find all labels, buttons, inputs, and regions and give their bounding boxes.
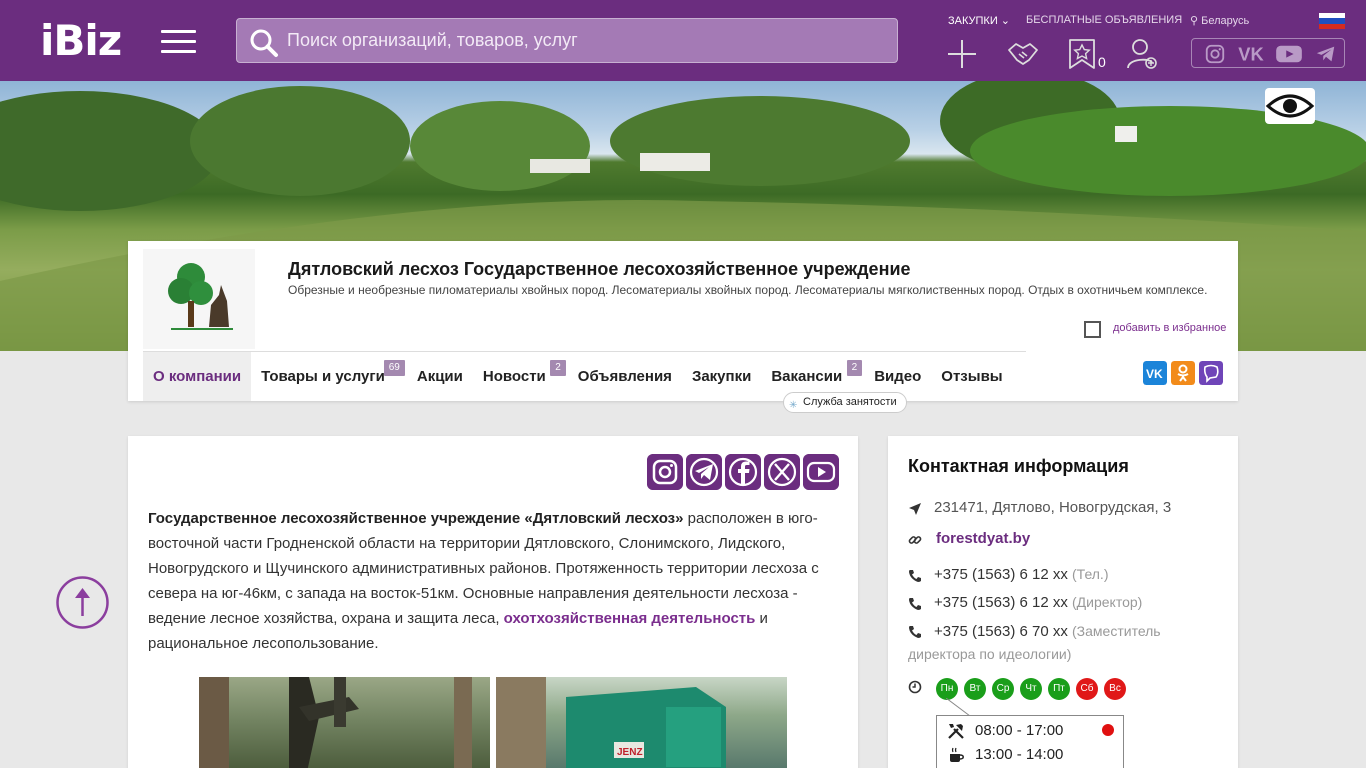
work-hours: 08:00 - 17:00: [975, 722, 1064, 739]
chevron-down-icon: ⌄: [1000, 15, 1011, 27]
lunch-hours: 13:00 - 14:00: [975, 746, 1064, 763]
vacancies-count-badge: 2: [846, 360, 863, 376]
location-pin-icon: ⚲: [1190, 15, 1199, 27]
company-logo: [143, 249, 255, 349]
address: 231471, Дятлово, Новогрудская, 3: [934, 499, 1172, 516]
about-section: Государственное лесохозяйственное учрежд…: [128, 436, 858, 768]
day-monday[interactable]: Пн: [936, 678, 958, 700]
day-tuesday[interactable]: Вт: [964, 678, 986, 700]
day-wednesday[interactable]: Ср: [992, 678, 1014, 700]
tab-ads[interactable]: Объявления: [568, 352, 682, 401]
youtube-icon[interactable]: [803, 454, 839, 490]
language-flag-icon[interactable]: [1319, 13, 1345, 29]
svg-text:VK: VK: [1238, 43, 1264, 64]
search-icon[interactable]: [249, 28, 279, 58]
instagram-icon[interactable]: [1203, 43, 1227, 65]
phone-icon: [909, 626, 921, 638]
forest-machine-photo[interactable]: [199, 677, 490, 768]
favorite-checkbox[interactable]: [1084, 321, 1101, 338]
add-user-icon[interactable]: [1126, 38, 1158, 70]
about-company-name: Государственное лесохозяйственное учрежд…: [148, 510, 684, 527]
tools-icon: [948, 724, 964, 739]
top-header: iBiz ЗАКУПКИ ⌄ БЕСПЛАТНЫЕ ОБЪЯВЛЕНИЯ ⚲ Б…: [0, 0, 1366, 81]
tab-promotions[interactable]: Акции: [407, 352, 473, 401]
day-friday[interactable]: Пт: [1048, 678, 1070, 700]
company-description: Обрезные и необрезные пиломатериалы хвой…: [288, 283, 1208, 297]
closed-status-dot: [1102, 724, 1114, 736]
news-count-badge: 2: [550, 360, 566, 376]
phone-number[interactable]: +375 (1563) 6 70 xx: [934, 623, 1068, 640]
sparkle-icon: ✳: [789, 400, 798, 411]
search-box[interactable]: [236, 18, 898, 63]
vk-icon[interactable]: VK: [1236, 43, 1268, 65]
facebook-icon[interactable]: [725, 454, 761, 490]
favorites-count: 0: [1098, 54, 1106, 70]
odnoklassniki-share-icon[interactable]: [1171, 361, 1195, 385]
company-card: Дятловский лесхоз Государственное лесохо…: [128, 241, 1238, 413]
tab-products[interactable]: Товары и услуги 69: [251, 352, 405, 401]
add-icon[interactable]: [946, 38, 978, 70]
phone-note: (Директор): [1072, 594, 1143, 610]
phone-number[interactable]: +375 (1563) 6 12 xx: [934, 566, 1068, 583]
tab-reviews[interactable]: Отзывы: [931, 352, 1012, 401]
tab-news[interactable]: Новости 2: [473, 352, 566, 401]
harvester-image: [199, 677, 472, 768]
contacts-title: Контактная информация: [908, 456, 1129, 476]
products-count-badge: 69: [383, 360, 405, 376]
vk-share-icon[interactable]: VK: [1143, 361, 1167, 385]
phone-number[interactable]: +375 (1563) 6 12 xx: [934, 594, 1068, 611]
eye-icon[interactable]: [1265, 88, 1315, 124]
clock-icon: [908, 680, 922, 694]
day-sunday[interactable]: Вс: [1104, 678, 1126, 700]
coffee-icon: [950, 747, 964, 762]
about-text: Государственное лесохозяйственное учрежд…: [148, 510, 819, 652]
x-twitter-icon[interactable]: [764, 454, 800, 490]
link-icon: [908, 536, 922, 544]
youtube-icon[interactable]: [1274, 43, 1304, 65]
employment-service-tag[interactable]: ✳ Служба занятости: [783, 392, 907, 413]
phone-icon: [909, 598, 921, 610]
region-selector[interactable]: ⚲ Беларусь: [1190, 14, 1249, 27]
purchases-menu[interactable]: ЗАКУПКИ ⌄: [948, 14, 1010, 27]
phone-icon: [909, 570, 921, 582]
work-days: Пн Вт Ср Чт Пт Сб Вс: [936, 678, 1126, 700]
instagram-icon[interactable]: [647, 454, 683, 490]
telegram-icon[interactable]: [1314, 43, 1338, 65]
day-saturday[interactable]: Сб: [1076, 678, 1098, 700]
header-social-links: VK: [1191, 38, 1345, 68]
hunting-activity-link[interactable]: охотхозяйственная деятельность: [504, 610, 756, 627]
day-thursday[interactable]: Чт: [1020, 678, 1042, 700]
tab-about[interactable]: О компании: [143, 352, 252, 401]
free-ads-link[interactable]: БЕСПЛАТНЫЕ ОБЪЯВЛЕНИЯ: [1026, 14, 1182, 26]
website-link[interactable]: forestdyat.by: [936, 530, 1030, 547]
phone-note: (Тел.): [1072, 566, 1109, 582]
company-name: Дятловский лесхоз Государственное лесохо…: [288, 259, 911, 279]
scroll-up-icon[interactable]: [56, 576, 109, 629]
phone-row: +375 (1563) 6 70 xx (Заместитель директо…: [908, 622, 1218, 666]
site-logo[interactable]: iBiz: [40, 18, 122, 64]
viber-share-icon[interactable]: [1199, 361, 1223, 385]
wood-chipper-photo[interactable]: JENZ: [496, 677, 787, 768]
telegram-icon[interactable]: [686, 454, 722, 490]
contact-info: Контактная информация 231471, Дятлово, Н…: [888, 436, 1238, 768]
schedule-popup: 08:00 - 17:00 13:00 - 14:00: [936, 715, 1124, 768]
favorites-icon[interactable]: [1066, 38, 1098, 70]
location-arrow-icon: [909, 503, 921, 515]
svg-text:VK: VK: [1146, 367, 1163, 381]
handshake-icon[interactable]: [1007, 38, 1039, 70]
tab-purchases[interactable]: Закупки: [682, 352, 761, 401]
svg-text:JENZ: JENZ: [617, 747, 643, 758]
menu-icon[interactable]: [161, 30, 196, 54]
add-to-favorites-link[interactable]: добавить в избранное: [1113, 322, 1226, 334]
search-input[interactable]: [287, 19, 887, 62]
chipper-image: JENZ: [496, 677, 726, 768]
